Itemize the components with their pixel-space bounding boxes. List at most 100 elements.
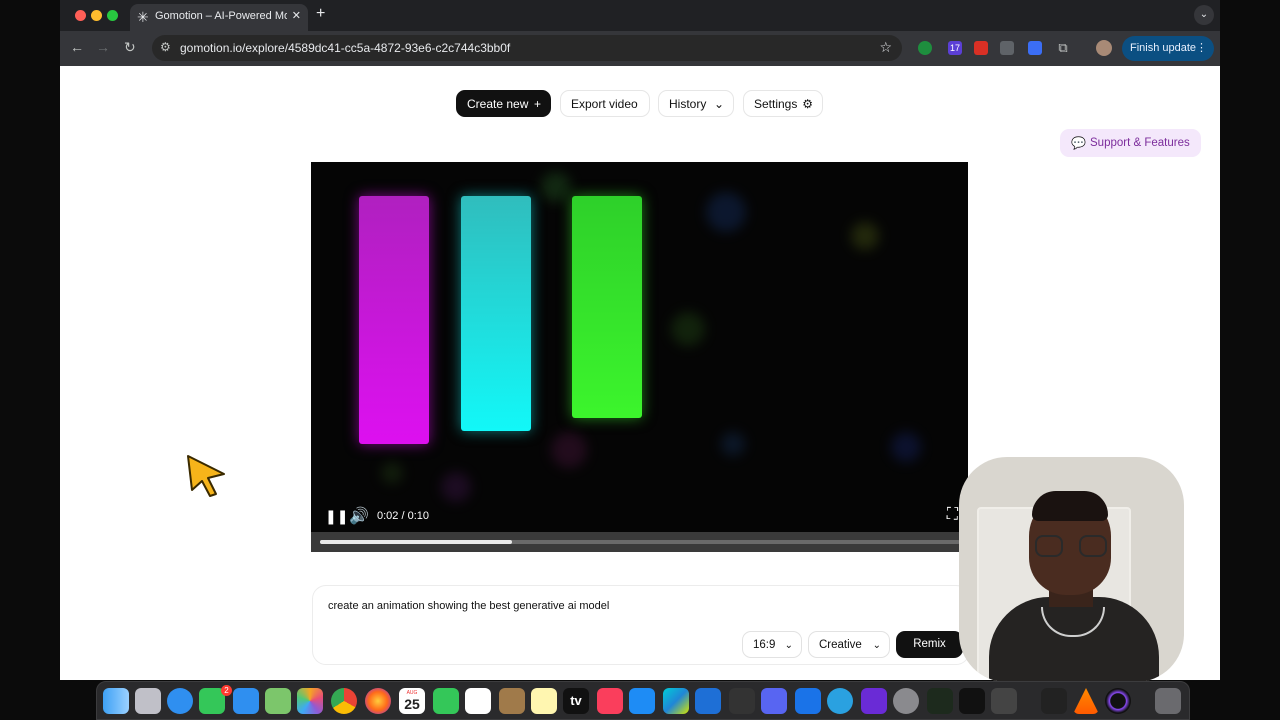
extensions-puzzle-icon[interactable]: ⧉ — [1056, 41, 1070, 55]
finder-icon[interactable] — [103, 688, 129, 714]
support-label: Support & Features — [1090, 137, 1190, 149]
tab-search-chevron-icon[interactable]: ⌄ — [1194, 5, 1214, 25]
screen: ✳ Gomotion – AI-Powered Moti ✕ + ⌄ ← → ↻… — [0, 0, 1280, 720]
bokeh-light — [671, 312, 705, 346]
aspect-ratio-label: 16:9 — [753, 639, 776, 651]
chevron-down-icon: ⌄ — [872, 640, 881, 651]
orb-app-icon[interactable] — [1105, 688, 1131, 714]
browser-toolbar: ← → ↻ ⚙ gomotion.io/explore/4589dc41-cc5… — [60, 31, 1220, 66]
bokeh-light — [851, 222, 879, 250]
bokeh-light — [541, 172, 571, 202]
screen-app-icon[interactable] — [991, 688, 1017, 714]
maps-icon[interactable] — [265, 688, 291, 714]
mouse-cursor-icon — [187, 455, 225, 497]
extension-badge-icon[interactable]: 17 — [948, 41, 962, 55]
support-features-button[interactable]: 💬 Support & Features — [1060, 129, 1201, 157]
webcam-overlay — [959, 457, 1184, 682]
gomotion-favicon-icon: ✳ — [137, 9, 149, 25]
browser-tab[interactable]: ✳ Gomotion – AI-Powered Moti ✕ — [130, 4, 308, 31]
remix-button[interactable]: Remix — [896, 631, 963, 658]
more-vertical-icon[interactable]: ⋮ — [1196, 36, 1207, 61]
settings-label: Settings — [754, 97, 798, 111]
create-new-label: Create new — [467, 97, 529, 111]
chat-bubble-icon: 💬 — [1071, 136, 1086, 150]
address-bar[interactable]: ⚙ gomotion.io/explore/4589dc41-cc5a-4872… — [152, 35, 902, 61]
vlc-icon[interactable] — [1073, 688, 1099, 714]
reload-icon[interactable]: ↻ — [124, 39, 136, 56]
back-icon[interactable]: ← — [70, 39, 84, 55]
facetime-icon[interactable] — [433, 688, 459, 714]
chevron-down-icon: ⌄ — [784, 640, 793, 651]
progress-bar[interactable] — [320, 540, 960, 544]
cyan-bar — [461, 196, 531, 431]
progress-fill — [320, 540, 512, 544]
bokeh-light — [721, 432, 745, 456]
create-new-button[interactable]: Create new + — [456, 90, 551, 117]
extension-screen-icon[interactable] — [1000, 41, 1014, 55]
calendar-icon[interactable]: AUG 25 — [399, 688, 425, 714]
extension-leaf-icon[interactable] — [918, 41, 932, 55]
playback-time: 0:02 / 0:10 — [377, 510, 429, 522]
music-icon[interactable] — [597, 688, 623, 714]
macos-dock: 2 AUG 25 tv — [96, 681, 1190, 720]
glasses-lens-left — [1035, 535, 1063, 557]
mail-icon[interactable] — [233, 688, 259, 714]
appstore-icon[interactable] — [629, 688, 655, 714]
webstorm-icon[interactable] — [663, 688, 689, 714]
chrome-icon[interactable] — [331, 688, 357, 714]
photos-icon[interactable] — [297, 688, 323, 714]
history-label: History — [669, 97, 707, 111]
volume-icon[interactable]: 🔊 — [349, 506, 369, 526]
firefox-icon[interactable] — [365, 688, 391, 714]
new-tab-icon[interactable]: + — [316, 5, 325, 23]
safari-icon[interactable] — [167, 688, 193, 714]
fullscreen-icon[interactable]: ⛶ — [947, 506, 958, 524]
box-app-icon[interactable] — [729, 688, 755, 714]
video-player[interactable]: ❚❚ 🔊 0:02 / 0:10 ⛶ — [311, 162, 968, 552]
close-tab-icon[interactable]: ✕ — [292, 9, 301, 22]
tab-title: Gomotion – AI-Powered Moti — [155, 10, 287, 22]
unity-icon[interactable] — [1041, 688, 1067, 714]
system-settings-icon[interactable] — [893, 688, 919, 714]
pause-icon[interactable]: ❚❚ — [325, 508, 348, 525]
appletv-icon[interactable]: tv — [563, 688, 589, 714]
mode-label: Creative — [819, 639, 862, 651]
notes-icon[interactable] — [531, 688, 557, 714]
profile-avatar[interactable] — [1096, 40, 1112, 56]
zoom-window-button[interactable] — [107, 10, 118, 21]
history-dropdown[interactable]: History ⌄ — [658, 90, 734, 117]
bokeh-light — [891, 432, 921, 462]
aspect-ratio-select[interactable]: 16:9 ⌄ — [742, 631, 802, 658]
magenta-bar — [359, 196, 429, 444]
telegram-icon[interactable] — [827, 688, 853, 714]
trash-icon[interactable] — [1155, 688, 1181, 714]
xcode-icon[interactable] — [795, 688, 821, 714]
mode-select[interactable]: Creative ⌄ — [808, 631, 890, 658]
url-text[interactable]: gomotion.io/explore/4589dc41-cc5a-4872-9… — [180, 41, 510, 55]
activity-monitor-icon[interactable] — [927, 688, 953, 714]
extension-doc-icon[interactable] — [1028, 41, 1042, 55]
player-controls: ❚❚ 🔊 0:02 / 0:10 ⛶ — [311, 502, 968, 532]
prompt-input[interactable]: create an animation showing the best gen… — [328, 600, 609, 612]
forward-icon[interactable]: → — [96, 39, 110, 55]
bookmark-star-icon[interactable]: ☆ — [879, 39, 892, 56]
prompt-card: create an animation showing the best gen… — [312, 585, 970, 665]
minimize-window-button[interactable] — [91, 10, 102, 21]
terminal-icon[interactable] — [959, 688, 985, 714]
discord-icon[interactable] — [761, 688, 787, 714]
contacts-icon[interactable] — [499, 688, 525, 714]
vscode-icon[interactable] — [695, 688, 721, 714]
tv-app-icon[interactable] — [861, 688, 887, 714]
glasses-lens-right — [1079, 535, 1107, 557]
finish-update-label: Finish update — [1130, 42, 1197, 54]
messages-badge: 2 — [221, 685, 232, 696]
close-window-button[interactable] — [75, 10, 86, 21]
finish-update-button[interactable]: Finish update ⋮ — [1122, 36, 1214, 61]
settings-button[interactable]: Settings ⚙ — [743, 90, 823, 117]
site-info-icon[interactable]: ⚙ — [160, 40, 171, 54]
extension-red-icon[interactable] — [974, 41, 988, 55]
reminders-icon[interactable] — [465, 688, 491, 714]
calendar-day: 25 — [404, 696, 420, 712]
launchpad-icon[interactable] — [135, 688, 161, 714]
export-video-button[interactable]: Export video — [560, 90, 650, 117]
